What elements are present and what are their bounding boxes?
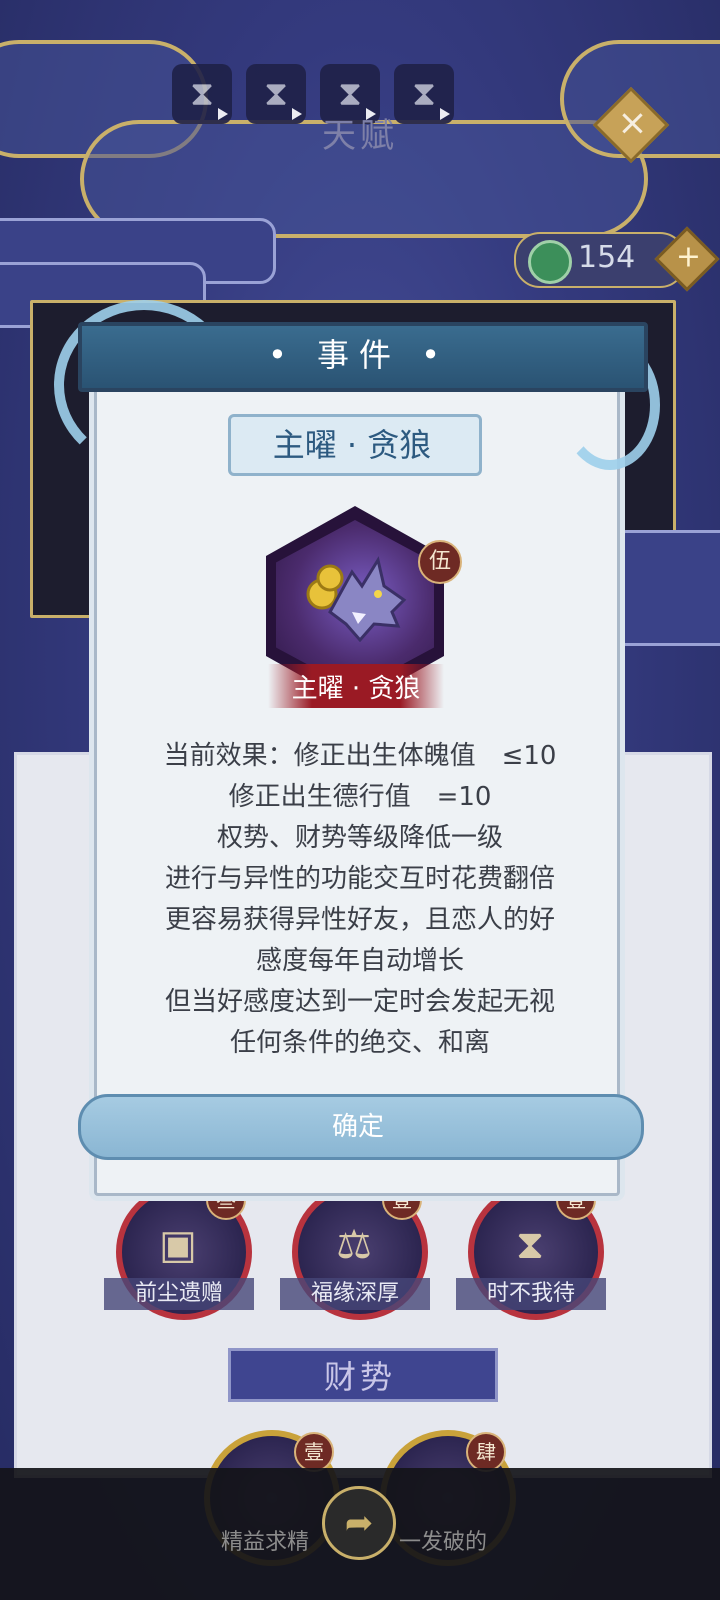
- page-title: 天赋: [322, 116, 398, 156]
- hourglass-tab-2[interactable]: ⧗: [246, 64, 306, 124]
- hourglass-tab-1[interactable]: ⧗: [172, 64, 232, 124]
- close-icon: ×: [617, 102, 648, 144]
- share-icon: ➦: [344, 1503, 374, 1543]
- confirm-button-label: 确定: [331, 1112, 384, 1142]
- talent-caption: 福缘深厚: [280, 1278, 430, 1310]
- effect-line: 当前效果：修正出生体魄值 ≤10: [163, 741, 557, 771]
- card-label: 主曜 · 贪狼: [291, 674, 421, 704]
- section-title: 财势: [323, 1358, 396, 1396]
- jade-coin-icon: [528, 240, 572, 284]
- chest-icon: ▣: [159, 1222, 197, 1268]
- wolf-icon: [306, 556, 407, 642]
- plus-icon: +: [675, 239, 701, 275]
- level-badge: 壹: [294, 1432, 334, 1472]
- effect-line: 感度每年自动增长: [255, 946, 464, 976]
- effect-line: 更容易获得异性好友，且恋人的好: [164, 905, 555, 935]
- effect-line: 任何条件的绝交、和离: [229, 1028, 490, 1058]
- talent-caption: 一发破的: [398, 1530, 487, 1555]
- talent-name: 主曜 · 贪狼: [272, 426, 432, 464]
- talent-caption: 时不我待: [456, 1278, 606, 1310]
- effect-line: 修正出生德行值 =10: [228, 782, 492, 812]
- level-badge: 伍: [418, 540, 462, 584]
- effect-line: 进行与异性的功能交互时花费翻倍: [164, 864, 555, 894]
- currency-value: 154: [578, 240, 636, 275]
- decor-strip: [610, 530, 720, 646]
- dialog-title: • 事件 •: [267, 336, 451, 374]
- level-badge: 肆: [466, 1432, 506, 1472]
- effect-description: 当前效果：修正出生体魄值 ≤10 修正出生德行值 =10 权势、财势等级降低一级…: [120, 736, 600, 1064]
- hourglass-icon: ⧗: [264, 74, 288, 114]
- scale-icon: ⚖: [336, 1222, 372, 1268]
- effect-line: 但当好感度达到一定时会发起无视: [164, 987, 555, 1017]
- hourglass-net-icon: ⧗: [515, 1222, 545, 1268]
- talent-caption: 精益求精: [220, 1530, 309, 1555]
- talent-caption: 前尘遗赠: [104, 1278, 254, 1310]
- share-button[interactable]: ➦: [322, 1486, 396, 1560]
- hourglass-icon: ⧗: [190, 74, 214, 114]
- effect-line: 权势、财势等级降低一级: [216, 823, 503, 853]
